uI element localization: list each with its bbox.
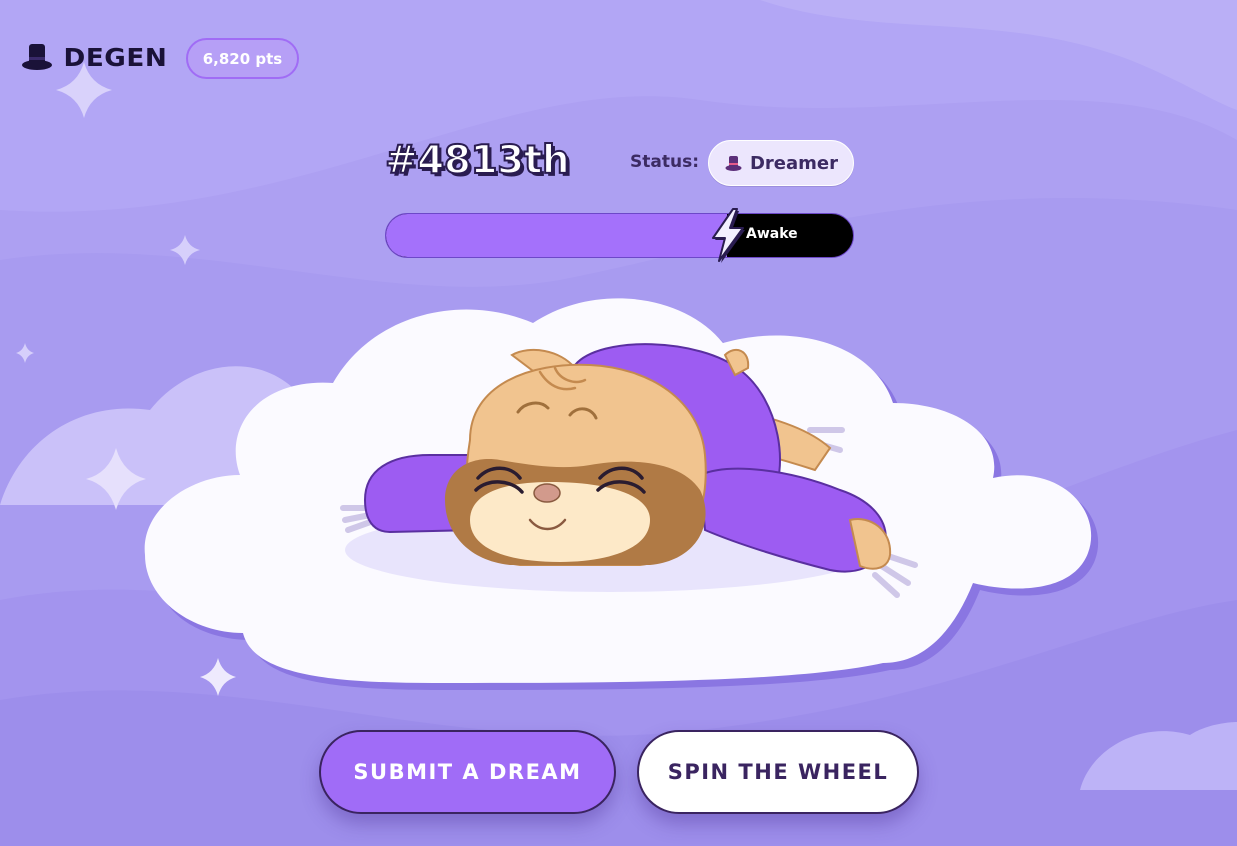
lightning-bolt-icon bbox=[712, 208, 745, 263]
status-label: Status: bbox=[630, 152, 699, 172]
progress-label: Awake bbox=[746, 226, 798, 242]
progress-fill bbox=[386, 214, 727, 257]
top-hat-icon bbox=[725, 156, 742, 171]
status-badge[interactable]: Dreamer bbox=[708, 140, 854, 186]
submit-dream-button[interactable]: SUBMIT A DREAM bbox=[319, 730, 616, 814]
brand-logo[interactable]: DEGEN bbox=[20, 40, 168, 74]
background-decoration bbox=[0, 0, 1237, 846]
points-badge[interactable]: 6,820 pts bbox=[186, 38, 299, 79]
rank-title: #4813th bbox=[384, 137, 571, 184]
brand-name: DEGEN bbox=[63, 42, 168, 72]
top-hat-icon bbox=[22, 44, 52, 70]
status-value: Dreamer bbox=[749, 152, 838, 174]
spin-wheel-button[interactable]: SPIN THE WHEEL bbox=[637, 730, 919, 814]
